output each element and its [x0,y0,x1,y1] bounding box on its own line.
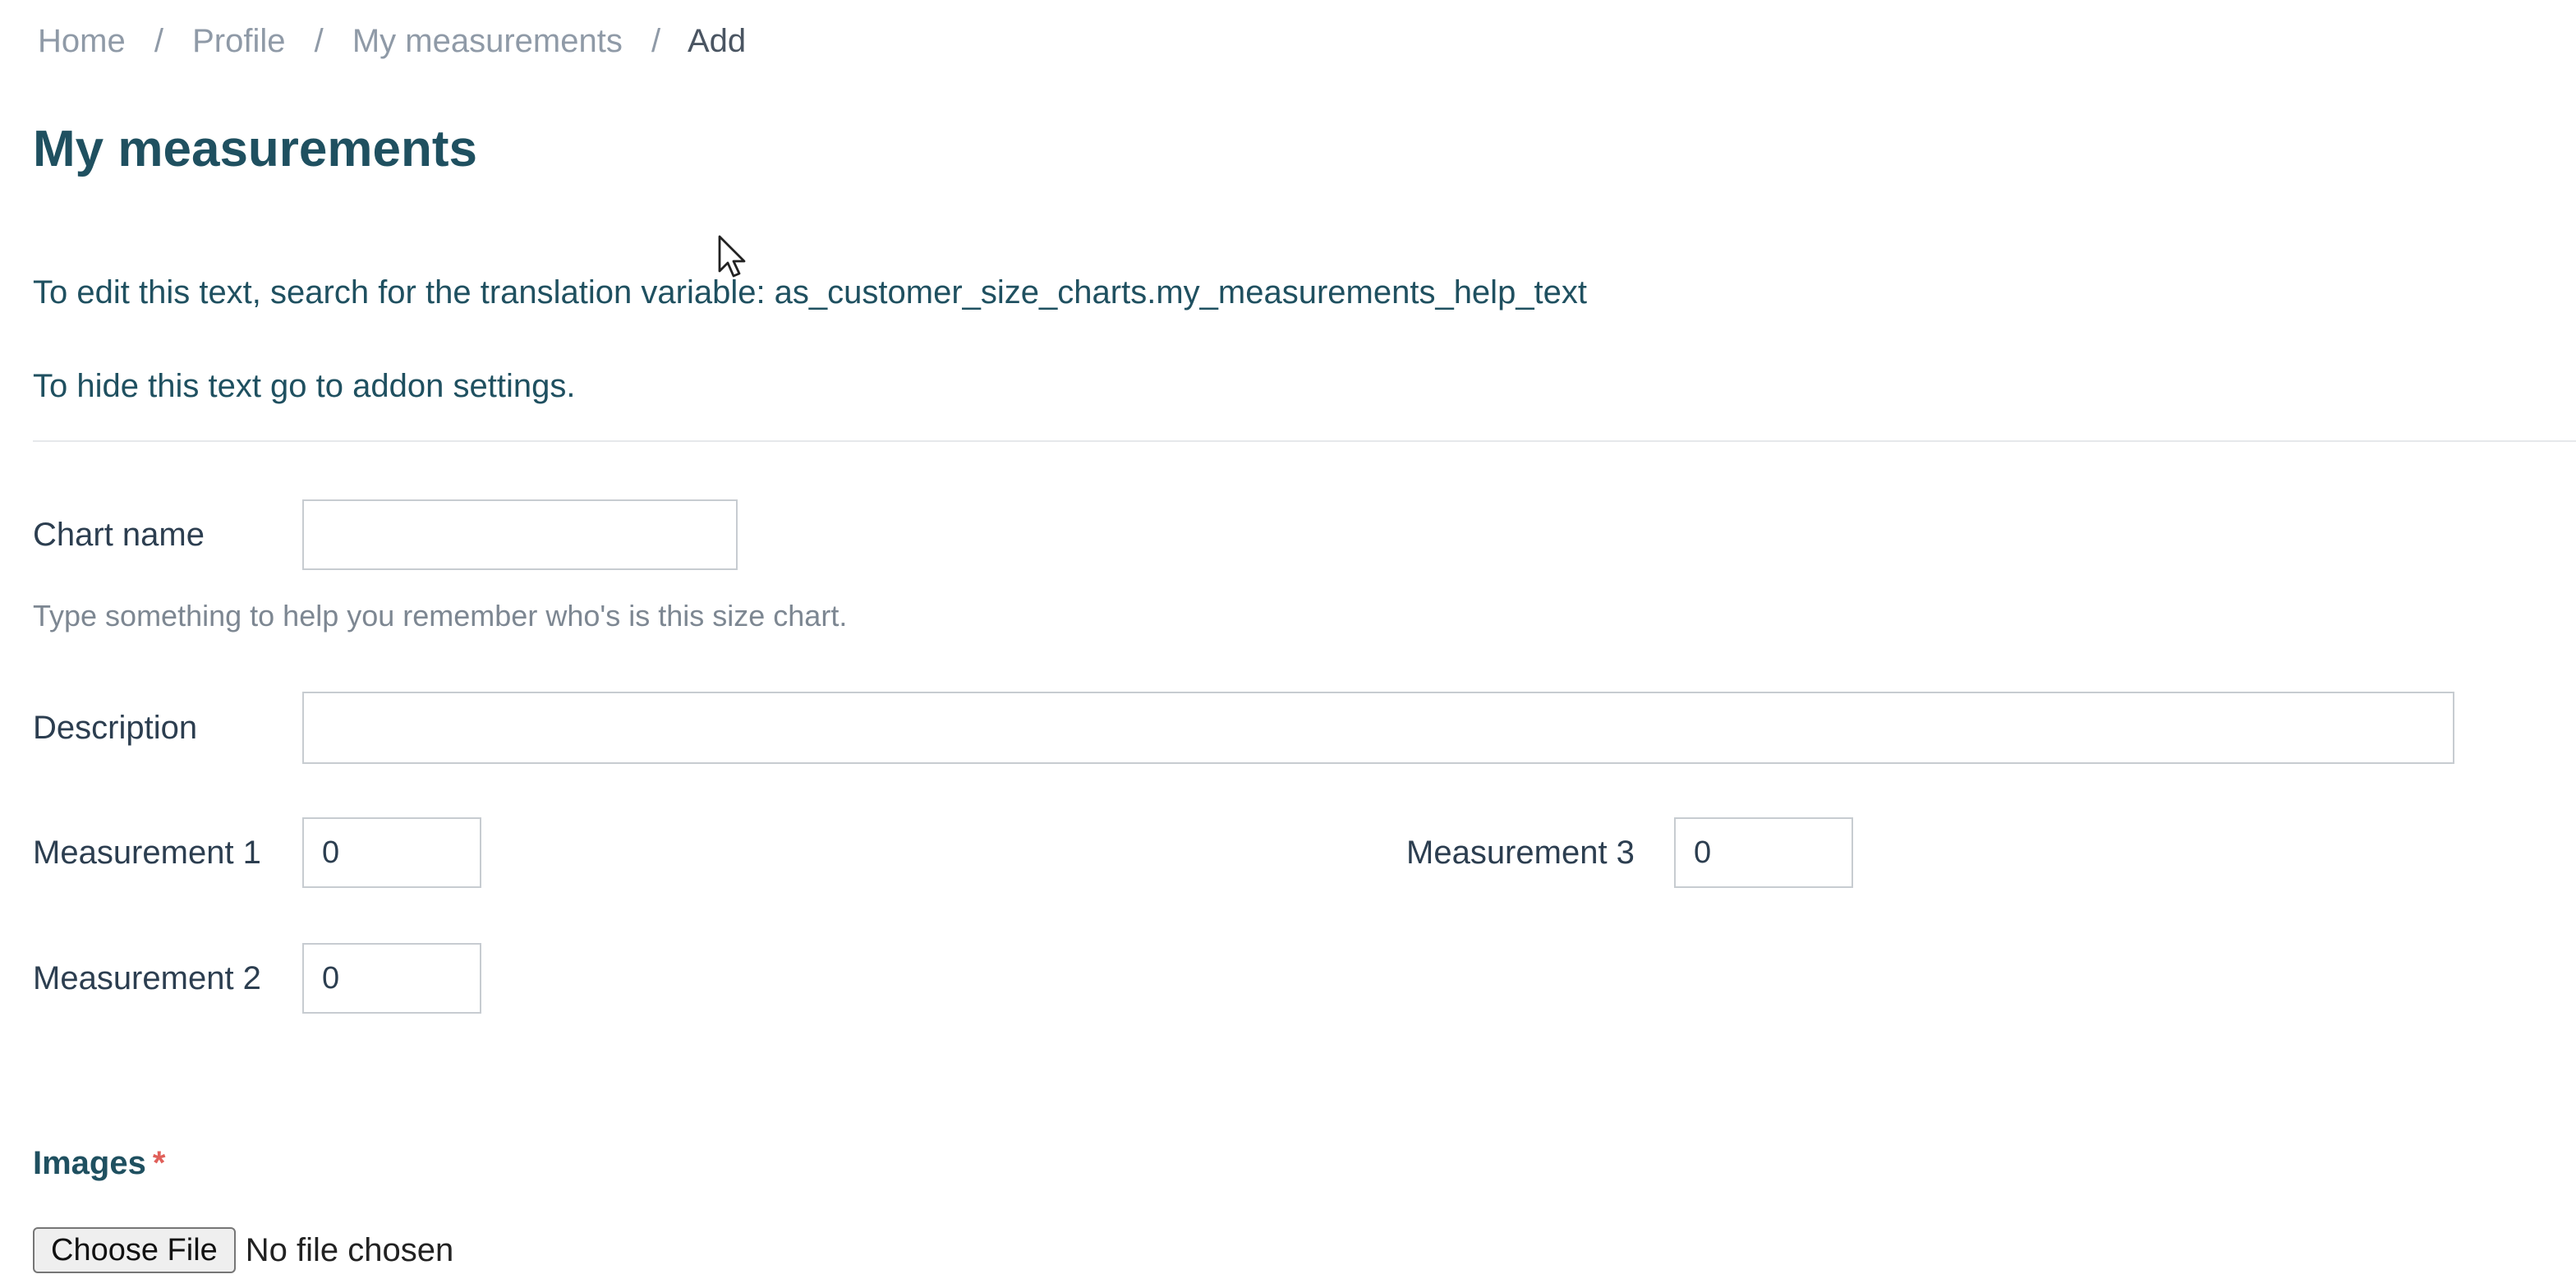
images-label: Images * [33,1142,165,1184]
measurement-3-label: Measurement 3 [1406,835,1635,871]
breadcrumb-separator: / [314,23,324,59]
breadcrumb-separator: / [154,23,163,59]
page-title: My measurements [33,121,478,177]
choose-file-button[interactable]: Choose File [33,1227,236,1273]
images-label-text: Images [33,1145,146,1181]
breadcrumb-separator: / [651,23,661,59]
description-label: Description [33,710,198,746]
chart-name-input[interactable] [302,499,738,570]
measurement-1-label: Measurement 1 [33,835,261,871]
breadcrumb-current: Add [687,23,747,59]
file-input: Choose File No file chosen [33,1227,453,1273]
breadcrumb: Home / Profile / My measurements / Add [38,20,746,62]
breadcrumb-my-measurements[interactable]: My measurements [352,23,623,59]
help-text: To edit this text, search for the transl… [33,274,1588,310]
chart-name-label: Chart name [33,517,205,553]
chart-name-hint: Type something to help you remember who'… [33,599,848,632]
measurement-1-input[interactable] [302,817,481,888]
measurement-2-label: Measurement 2 [33,960,261,996]
measurement-2-input[interactable] [302,943,481,1014]
breadcrumb-profile[interactable]: Profile [192,23,285,59]
breadcrumb-home[interactable]: Home [38,23,126,59]
hide-text-note: To hide this text go to addon settings. [33,368,576,404]
file-status: No file chosen [245,1231,454,1268]
required-marker: * [152,1145,166,1181]
measurement-3-input[interactable] [1674,817,1853,888]
divider [33,440,2576,442]
description-input[interactable] [302,692,2454,764]
mouse-pointer-icon [718,235,746,278]
